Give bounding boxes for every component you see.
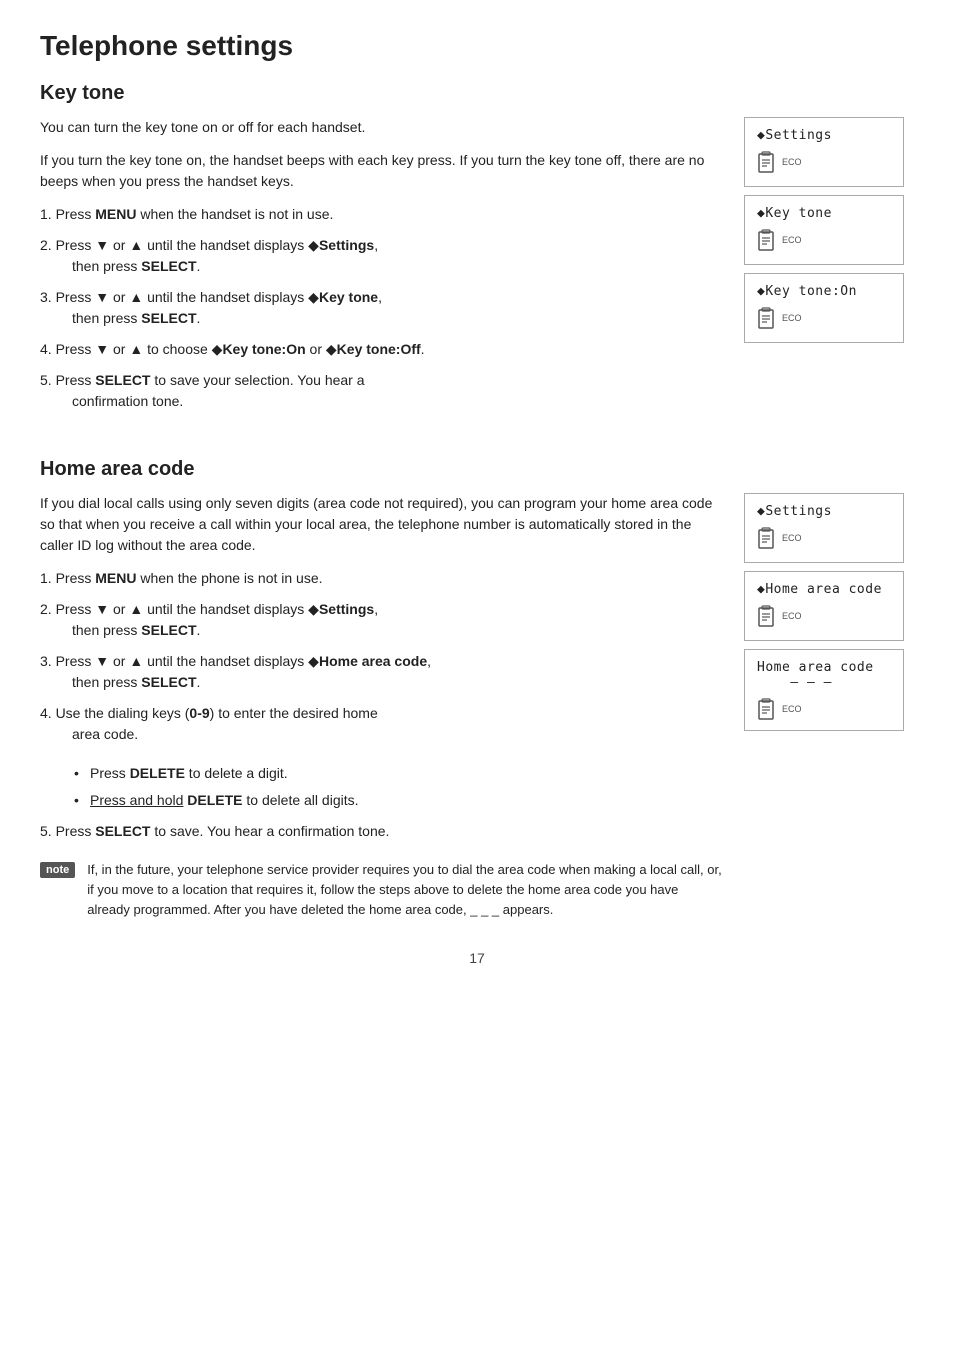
home-area-code-screens: ◆Settings ECO ◆Home area code (744, 493, 914, 920)
key-tone-screen1: ◆Settings ECO (744, 117, 904, 187)
home-area-code-step1: 1. Press MENU when the phone is not in u… (40, 568, 724, 589)
key-tone-step5: 5. Press SELECT to save your selection. … (40, 370, 724, 412)
key-tone-step1: 1. Press MENU when the handset is not in… (40, 204, 724, 225)
home-area-code-intro: If you dial local calls using only seven… (40, 493, 724, 556)
key-tone-step4: 4. Press ▼ or ▲ to choose ◆Key tone:On o… (40, 339, 724, 360)
note-label: note (40, 862, 75, 878)
note-box: note If, in the future, your telephone s… (40, 860, 724, 920)
home-area-code-screen2: ◆Home area code ECO (744, 571, 904, 641)
home-area-code-bullet2: Press and hold DELETE to delete all digi… (90, 790, 724, 811)
home-area-code-heading: Home area code (40, 458, 914, 481)
key-tone-screens: ◆Settings ECO ◆Key tone (744, 117, 914, 430)
key-tone-section: Key tone You can turn the key tone on or… (40, 82, 914, 430)
key-tone-screen2: ◆Key tone ECO (744, 195, 904, 265)
key-tone-screen3: ◆Key tone:On ECO (744, 273, 904, 343)
key-tone-step3: 3. Press ▼ or ▲ until the handset displa… (40, 287, 724, 329)
home-area-code-step5: 5. Press SELECT to save. You hear a conf… (40, 821, 724, 842)
home-area-code-section: Home area code If you dial local calls u… (40, 458, 914, 920)
key-tone-intro1: You can turn the key tone on or off for … (40, 117, 724, 138)
key-tone-intro2: If you turn the key tone on, the handset… (40, 150, 724, 192)
home-area-code-step4: 4. Use the dialing keys (0-9) to enter t… (40, 703, 724, 745)
home-area-code-screen3: Home area code — — — ECO (744, 649, 904, 731)
note-text: If, in the future, your telephone servic… (87, 860, 724, 920)
page-title: Telephone settings (40, 30, 914, 62)
home-area-code-screen1: ◆Settings ECO (744, 493, 904, 563)
home-area-code-step3: 3. Press ▼ or ▲ until the handset displa… (40, 651, 724, 693)
page-number: 17 (40, 950, 914, 966)
home-area-code-bullet1: Press DELETE to delete a digit. (90, 763, 724, 784)
key-tone-step2: 2. Press ▼ or ▲ until the handset displa… (40, 235, 724, 277)
key-tone-heading: Key tone (40, 82, 914, 105)
home-area-code-step2: 2. Press ▼ or ▲ until the handset displa… (40, 599, 724, 641)
